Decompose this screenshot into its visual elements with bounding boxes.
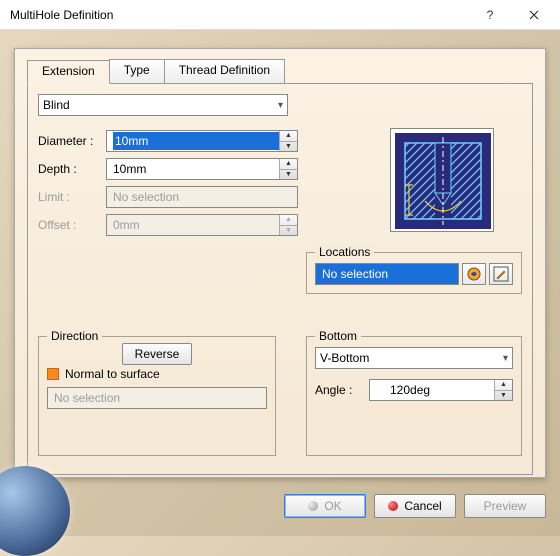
offset-spinner: ▲▼ — [279, 215, 297, 235]
chevron-down-icon: ▾ — [503, 353, 508, 364]
offset-label: Offset : — [38, 218, 106, 232]
sketch-icon — [466, 266, 482, 282]
angle-input[interactable]: 120deg ▲▼ — [369, 379, 513, 401]
tab-thread[interactable]: Thread Definition — [164, 59, 285, 83]
direction-selection-input: No selection — [47, 387, 267, 409]
bottom-title: Bottom — [315, 329, 361, 343]
dialog-footer: OK Cancel Preview — [14, 490, 546, 522]
cancel-dot-icon — [388, 501, 398, 511]
cancel-button[interactable]: Cancel — [374, 494, 456, 518]
background-planet-decoration — [0, 466, 70, 556]
depth-label: Depth : — [38, 162, 106, 176]
close-icon — [529, 10, 539, 20]
hole-type-dropdown[interactable]: Blind ▾ — [38, 94, 288, 116]
ok-button[interactable]: OK — [284, 494, 366, 518]
chevron-down-icon: ▾ — [278, 100, 283, 111]
tab-type[interactable]: Type — [109, 59, 165, 83]
reverse-button[interactable]: Reverse — [122, 343, 193, 365]
hole-preview-graphic — [390, 128, 494, 232]
diameter-spinner[interactable]: ▲▼ — [279, 131, 297, 151]
limit-label: Limit : — [38, 190, 106, 204]
locations-sketch-button[interactable] — [462, 263, 486, 285]
locations-field[interactable]: No selection — [315, 263, 459, 285]
offset-input: 0mm ▲▼ — [106, 214, 298, 236]
tab-body-extension: Blind ▾ — [27, 83, 533, 475]
ok-dot-icon — [308, 501, 318, 511]
limit-input: No selection — [106, 186, 298, 208]
tab-strip: Extension Type Thread Definition — [27, 59, 533, 83]
window-title: MultiHole Definition — [10, 8, 468, 22]
angle-spinner[interactable]: ▲▼ — [494, 380, 512, 400]
diameter-label: Diameter : — [38, 134, 106, 148]
diameter-input[interactable]: 10mm ▲▼ — [106, 130, 298, 152]
close-button[interactable] — [512, 0, 556, 30]
depth-input[interactable]: 10mm ▲▼ — [106, 158, 298, 180]
pencil-icon — [493, 266, 509, 282]
bottom-type-dropdown[interactable]: V-Bottom ▾ — [315, 347, 513, 369]
tab-extension[interactable]: Extension — [27, 60, 110, 84]
titlebar: MultiHole Definition ? — [0, 0, 560, 30]
angle-label: Angle : — [315, 383, 369, 397]
locations-title: Locations — [315, 245, 374, 259]
normal-to-surface-label: Normal to surface — [65, 367, 160, 381]
direction-title: Direction — [47, 329, 102, 343]
dialog-panel: Extension Type Thread Definition Blind ▾ — [14, 48, 546, 478]
hole-type-value: Blind — [43, 98, 70, 112]
depth-spinner[interactable]: ▲▼ — [279, 159, 297, 179]
help-button[interactable]: ? — [468, 0, 512, 30]
locations-edit-button[interactable] — [489, 263, 513, 285]
normal-to-surface-checkbox[interactable] — [47, 368, 59, 380]
preview-button[interactable]: Preview — [464, 494, 546, 518]
